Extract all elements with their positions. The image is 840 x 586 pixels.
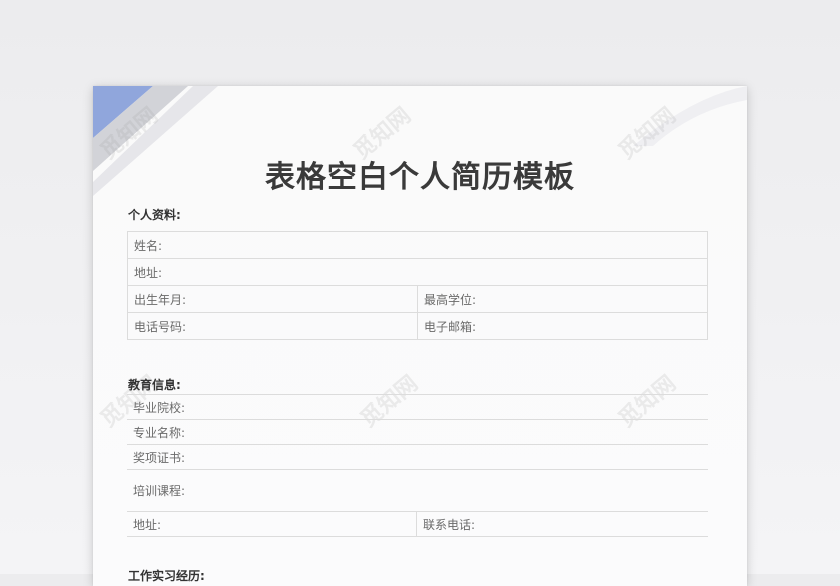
personal-info-table: 姓名: 地址: 出生年月: 最高学位: 电话号码: 电子邮箱: bbox=[127, 231, 708, 340]
contact-phone-field[interactable]: 联系电话: bbox=[416, 511, 708, 537]
school-field[interactable]: 毕业院校: bbox=[127, 394, 708, 420]
resume-sheet: 觅知网 觅知网 觅知网 觅知网 觅知网 觅知网 表格空白个人简历模板 个人资料:… bbox=[93, 86, 747, 586]
education-table: 毕业院校: 专业名称: 奖项证书: 培训课程: 地址: 联系电话: bbox=[127, 394, 708, 537]
table-row: 专业名称: bbox=[127, 419, 708, 445]
table-row: 姓名: bbox=[127, 231, 708, 259]
section-work-heading: 工作实习经历: bbox=[128, 569, 205, 583]
table-row: 地址: 联系电话: bbox=[127, 511, 708, 537]
swoosh-right bbox=[633, 86, 747, 146]
major-field[interactable]: 专业名称: bbox=[127, 419, 708, 445]
address-field[interactable]: 地址: bbox=[127, 258, 708, 286]
section-education-heading: 教育信息: bbox=[128, 378, 181, 392]
birth-field[interactable]: 出生年月: bbox=[127, 285, 418, 313]
table-row: 地址: bbox=[127, 258, 708, 286]
email-field[interactable]: 电子邮箱: bbox=[417, 312, 708, 340]
table-row: 电话号码: 电子邮箱: bbox=[127, 312, 708, 340]
training-field[interactable]: 培训课程: bbox=[127, 469, 708, 512]
awards-field[interactable]: 奖项证书: bbox=[127, 444, 708, 470]
edu-address-field[interactable]: 地址: bbox=[127, 511, 417, 537]
table-row: 奖项证书: bbox=[127, 444, 708, 470]
section-personal-heading: 个人资料: bbox=[128, 208, 181, 222]
table-row: 毕业院校: bbox=[127, 394, 708, 420]
table-row: 出生年月: 最高学位: bbox=[127, 285, 708, 313]
phone-field[interactable]: 电话号码: bbox=[127, 312, 418, 340]
name-field[interactable]: 姓名: bbox=[127, 231, 708, 259]
table-row: 培训课程: bbox=[127, 469, 708, 512]
page-title: 表格空白个人简历模板 bbox=[265, 160, 575, 195]
degree-field[interactable]: 最高学位: bbox=[417, 285, 708, 313]
